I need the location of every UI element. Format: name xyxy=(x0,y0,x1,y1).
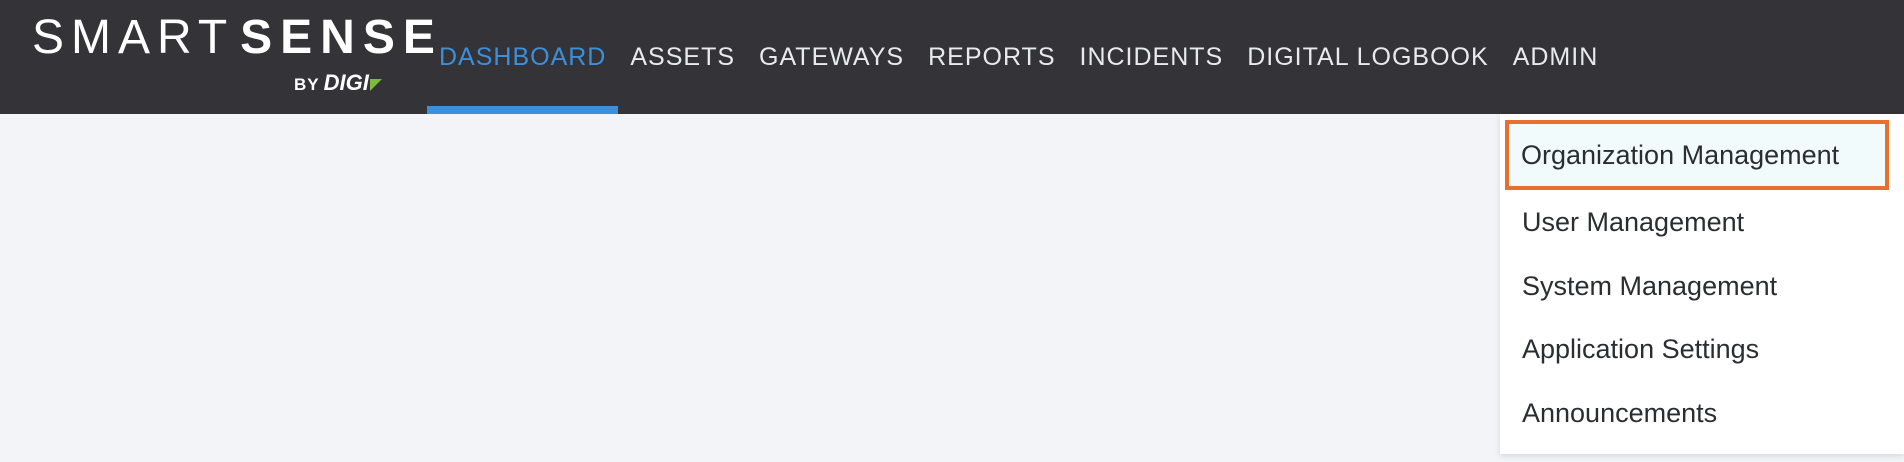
nav-assets[interactable]: ASSETS xyxy=(618,0,747,114)
smartsense-logo[interactable]: SMART SENSE BY DIGI xyxy=(32,14,435,100)
nav-digital-logbook[interactable]: DIGITAL LOGBOOK xyxy=(1235,0,1500,114)
menu-item-system-management[interactable]: System Management xyxy=(1506,254,1888,318)
menu-item-label: Organization Management xyxy=(1521,139,1840,170)
nav-dashboard-label: DASHBOARD xyxy=(439,42,607,71)
nav-assets-label: ASSETS xyxy=(630,42,736,71)
nav-dashboard[interactable]: DASHBOARD xyxy=(427,0,619,114)
menu-item-label: User Management xyxy=(1522,206,1745,237)
menu-item-organization-management[interactable]: Organization Management xyxy=(1505,120,1889,190)
nav-reports[interactable]: REPORTS xyxy=(916,0,1067,114)
nav-digital-logbook-label: DIGITAL LOGBOOK xyxy=(1247,42,1489,71)
logo-byline: BY DIGI xyxy=(294,72,382,98)
nav-incidents[interactable]: INCIDENTS xyxy=(1068,0,1236,114)
logo-smart-text: SMART xyxy=(32,11,235,64)
top-navigation-bar: SMART SENSE BY DIGI DASHBOARD ASSETS GATEW… xyxy=(0,0,1904,114)
admin-dropdown-menu: Organization Management User Management … xyxy=(1500,114,1904,454)
logo-by-text: BY xyxy=(294,75,320,94)
logo-sense-text: SENSE xyxy=(240,11,443,64)
menu-item-user-management[interactable]: User Management xyxy=(1506,190,1888,254)
menu-item-label: System Management xyxy=(1522,270,1778,301)
nav-reports-label: REPORTS xyxy=(928,42,1056,71)
menu-item-application-settings[interactable]: Application Settings xyxy=(1506,317,1888,381)
digi-mark-icon xyxy=(369,76,382,98)
nav-incidents-label: INCIDENTS xyxy=(1079,42,1224,71)
nav-gateways[interactable]: GATEWAYS xyxy=(747,0,916,114)
nav-admin[interactable]: ADMIN xyxy=(1501,0,1611,114)
menu-item-label: Application Settings xyxy=(1522,333,1760,364)
menu-item-announcements[interactable]: Announcements xyxy=(1506,381,1888,445)
nav-admin-label: ADMIN xyxy=(1512,42,1599,71)
logo-wordmark: SMART SENSE xyxy=(32,14,443,62)
menu-item-label: Announcements xyxy=(1522,397,1718,428)
main-nav: DASHBOARD ASSETS GATEWAYS REPORTS INCIDE… xyxy=(427,0,1610,114)
nav-gateways-label: GATEWAYS xyxy=(759,42,905,71)
logo-digi-text: DIGI xyxy=(323,70,369,95)
